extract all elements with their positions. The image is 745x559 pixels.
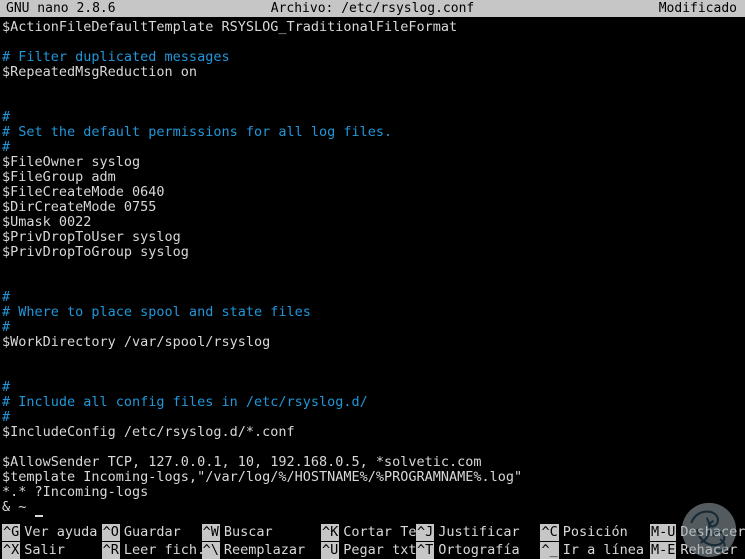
shortcut-label: Guardar — [123, 524, 181, 540]
editor-line: # — [2, 139, 11, 155]
shortcut-item[interactable]: ^W Buscar — [201, 523, 321, 541]
shortcut-item[interactable]: ^U Pegar txt — [321, 541, 416, 559]
shortcut-label: Ver ayuda — [24, 524, 98, 540]
shortcut-column: ^K Cortar Text ^U Pegar txt — [321, 523, 433, 559]
shortcut-label: Pegar txt — [343, 542, 417, 558]
shortcut-label: Ir a línea — [562, 542, 645, 558]
editor-line: # — [2, 379, 11, 395]
editor-line: $ActionFileDefaultTemplate RSYSLOG_Tradi… — [2, 19, 458, 35]
editor-line: # Where to place spool and state files — [2, 304, 311, 320]
editor-line: # Include all config files in /etc/rsysl… — [2, 394, 368, 410]
shortcut-item[interactable]: ^O Guardar — [101, 523, 202, 541]
shortcut-label: Posición — [562, 524, 628, 540]
shortcut-item[interactable]: ^G Ver ayuda — [2, 523, 102, 541]
shortcut-key: ^U — [321, 541, 340, 559]
editor-line: $DirCreateMode 0755 — [2, 199, 157, 215]
shortcut-label: Leer fich. — [123, 542, 206, 558]
editor-line: $AllowSender TCP, 127.0.0.1, 10, 192.168… — [2, 454, 482, 470]
editor-line: # Filter duplicated messages — [2, 49, 230, 65]
titlebar: GNU nano 2.8.6 Archivo: /etc/rsyslog.con… — [0, 0, 745, 17]
editor-line: # — [2, 319, 11, 335]
shortcut-column: ^W Buscar ^\ Reemplazar — [201, 523, 321, 559]
shortcut-item[interactable]: ^_ Ir a línea — [540, 541, 650, 559]
shortcut-key: ^O — [101, 523, 120, 541]
shortcut-label: Rehacer — [680, 542, 738, 558]
shortcut-label: Buscar — [223, 524, 273, 540]
shortcut-footer-bar: ^G Ver ayuda ^X Salir ^O Guardar ^R Leer fich. ^… — [0, 502, 745, 559]
shortcut-item[interactable]: ^X Salir — [2, 541, 102, 559]
shortcut-column: M-U Deshacer M-E Rehacer — [650, 523, 745, 559]
shortcut-column: ^C Posición ^_ Ir a línea — [540, 523, 650, 559]
shortcut-label: Justificar — [438, 524, 520, 540]
shortcut-key: ^R — [101, 541, 120, 559]
shortcut-column: ^O Guardar ^R Leer fich. — [101, 523, 206, 559]
shortcut-item[interactable]: ^\ Reemplazar — [201, 541, 321, 559]
text-cursor — [34, 515, 43, 517]
shortcut-key: ^\ — [201, 541, 220, 559]
shortcut-key: ^G — [2, 523, 21, 541]
shortcut-item[interactable]: ^R Leer fich. — [101, 541, 206, 559]
shortcut-label: Reemplazar — [223, 542, 306, 558]
shortcut-label: Ortografía — [438, 542, 520, 558]
editor-line: $RepeatedMsgReduction on — [2, 64, 198, 80]
editor-line: $Umask 0022 — [2, 214, 92, 230]
editor-text-area[interactable]: $ActionFileDefaultTemplate RSYSLOG_Tradi… — [0, 17, 745, 523]
nano-terminal-window: GNU nano 2.8.6 Archivo: /etc/rsyslog.con… — [0, 0, 745, 559]
editor-line: $FileGroup adm — [2, 169, 116, 185]
editor-line: $template Incoming-logs,"/var/log/%/HOST… — [2, 469, 523, 485]
shortcut-label: Deshacer — [680, 524, 745, 540]
editor-line: # — [2, 109, 11, 125]
editor-line: *.* ?Incoming-logs — [2, 484, 149, 500]
editor-line: $PrivDropToUser syslog — [2, 229, 181, 245]
shortcut-key: ^J — [416, 523, 435, 541]
shortcut-item[interactable]: ^K Cortar Text — [321, 523, 433, 541]
shortcut-key: ^W — [201, 523, 220, 541]
shortcut-key: ^X — [2, 541, 21, 559]
editor-line: & ~ — [2, 500, 745, 517]
editor-line: # — [2, 289, 11, 305]
editor-line: $PrivDropToGroup syslog — [2, 244, 189, 260]
shortcut-item[interactable]: M-E Rehacer — [650, 541, 745, 559]
shortcut-item[interactable]: ^T Ortografía — [416, 541, 540, 559]
editor-line: $WorkDirectory /var/spool/rsyslog — [2, 334, 271, 350]
editor-line: $FileOwner syslog — [2, 154, 141, 170]
editor-line: # Set the default permissions for all lo… — [2, 124, 393, 140]
editor-line: $FileCreateMode 0640 — [2, 184, 165, 200]
shortcut-item[interactable]: ^C Posición — [540, 523, 650, 541]
shortcut-key: M-U — [650, 523, 677, 541]
shortcut-key: ^K — [321, 523, 340, 541]
modified-status-badge: Modificado — [658, 1, 737, 16]
shortcut-key: ^C — [540, 523, 559, 541]
editor-line: $IncludeConfig /etc/rsyslog.d/*.conf — [2, 424, 295, 440]
shortcut-key: M-E — [650, 541, 677, 559]
shortcut-item[interactable]: M-U Deshacer — [650, 523, 745, 541]
editor-line: # — [2, 409, 11, 425]
shortcut-column: ^G Ver ayuda ^X Salir — [2, 523, 102, 559]
shortcut-key: ^T — [416, 541, 435, 559]
shortcut-item[interactable]: ^J Justificar — [416, 523, 540, 541]
file-path-label: Archivo: /etc/rsyslog.conf — [270, 1, 475, 16]
shortcut-key: ^_ — [540, 541, 559, 559]
shortcut-label: Salir — [24, 542, 65, 558]
shortcut-column: ^J Justificar ^T Ortografía — [416, 523, 540, 559]
